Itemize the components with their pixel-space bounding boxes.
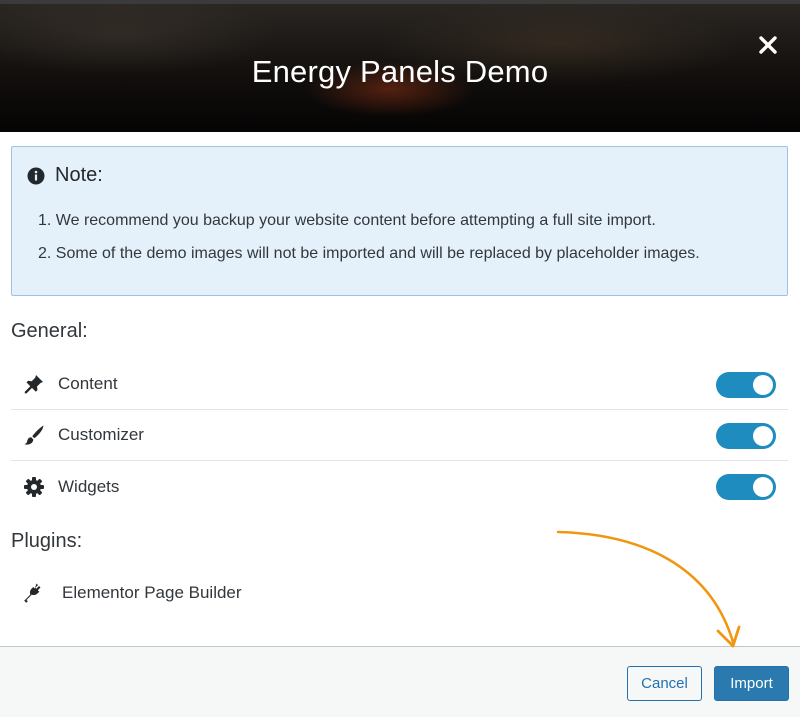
toggle-knob [753,375,773,395]
option-label: Content [58,374,118,393]
note-item: 1. We recommend you backup your website … [38,212,656,229]
widgets-toggle[interactable] [716,474,776,500]
plugins-section-title: Plugins: [11,530,83,552]
plugin-row-elementor: Elementor Page Builder [11,567,788,618]
import-button[interactable]: Import [714,666,789,701]
customizer-toggle[interactable] [716,423,776,449]
content-toggle[interactable] [716,372,776,398]
close-icon [759,36,777,54]
gear-icon [23,476,45,498]
pin-icon [23,373,45,395]
cancel-button[interactable]: Cancel [627,666,702,701]
option-row-content: Content [11,359,788,410]
note-box: Note: 1. We recommend you backup your we… [11,146,788,296]
option-row-customizer: Customizer [11,410,788,461]
note-item: 2. Some of the demo images will not be i… [38,245,700,262]
plugin-label: Elementor Page Builder [62,582,242,602]
import-demo-modal: Energy Panels Demo Note: 1. We recommend… [0,0,800,717]
note-header: Note: [27,164,103,187]
plug-icon [23,582,45,604]
note-title: Note: [55,164,103,186]
option-row-widgets: Widgets [11,461,788,512]
modal-title: Energy Panels Demo [251,54,549,89]
option-label: Widgets [58,476,120,496]
note-list: 1. We recommend you backup your website … [38,211,700,277]
toggle-knob [753,477,773,497]
modal-footer: Cancel Import [0,646,800,717]
paintbrush-icon [23,424,45,446]
modal-header: Energy Panels Demo [0,0,800,132]
info-icon [27,167,45,184]
general-section-title: General: [11,320,88,342]
option-label: Customizer [58,425,144,444]
close-button[interactable] [757,34,779,56]
toggle-knob [753,426,773,446]
